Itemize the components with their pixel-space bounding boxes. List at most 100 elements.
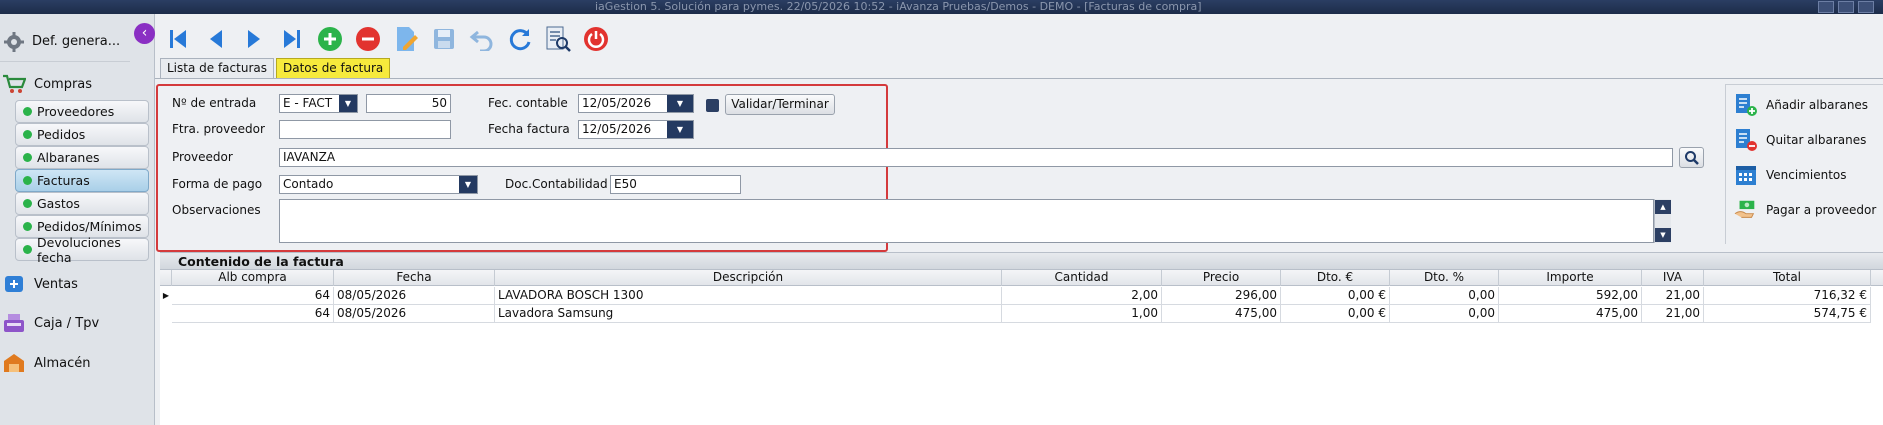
observaciones-scrollbar[interactable]: ▲ ▼ xyxy=(1654,199,1671,243)
calendar-dropdown-icon[interactable]: ▼ xyxy=(667,121,693,138)
contents-section-header: Contenido de la factura xyxy=(160,252,1883,269)
actions-panel: Añadir albaranes Quitar albaranes Vencim… xyxy=(1725,84,1883,244)
cell-importe[interactable]: 475,00 xyxy=(1499,305,1642,323)
vencimientos-button[interactable]: Vencimientos xyxy=(1734,163,1847,187)
fecha-factura-label: Fecha factura xyxy=(488,122,570,136)
fec-contable-value: 12/05/2026 xyxy=(582,96,652,110)
column-precio[interactable]: Precio xyxy=(1162,270,1281,286)
anadir-albaranes-button[interactable]: Añadir albaranes xyxy=(1734,93,1868,117)
cell-dto-percent[interactable]: 0,00 xyxy=(1390,305,1499,323)
cell-descripcion[interactable]: LAVADORA BOSCH 1300 xyxy=(495,287,1002,305)
add-button[interactable] xyxy=(312,22,347,56)
cell-fecha[interactable]: 08/05/2026 xyxy=(334,287,495,305)
sidebar-module-caja-tpv[interactable]: Caja / Tpv xyxy=(0,303,150,343)
collapse-sidebar-button[interactable]: ‹ xyxy=(134,23,155,44)
cell-alb-compra[interactable]: 64 xyxy=(172,287,334,305)
chevron-down-icon[interactable]: ▼ xyxy=(459,176,477,193)
sidebar-item-label: Albaranes xyxy=(37,150,100,165)
sidebar-item-pedidos[interactable]: Pedidos xyxy=(15,123,149,146)
cell-precio[interactable]: 475,00 xyxy=(1162,305,1281,323)
first-record-button[interactable] xyxy=(160,22,195,56)
validar-checkbox[interactable] xyxy=(706,99,719,112)
last-record-button[interactable] xyxy=(274,22,309,56)
cell-fecha[interactable]: 08/05/2026 xyxy=(334,305,495,323)
minimize-window-button[interactable] xyxy=(1818,1,1834,13)
power-button[interactable] xyxy=(578,22,613,56)
column-dto-euro[interactable]: Dto. € xyxy=(1281,270,1390,286)
sidebar-item-devoluciones-fecha[interactable]: Devoluciones fecha xyxy=(15,235,149,265)
first-record-icon xyxy=(169,30,186,48)
cell-descripcion[interactable]: Lavadora Samsung xyxy=(495,305,1002,323)
cell-dto-euro[interactable]: 0,00 € xyxy=(1281,305,1390,323)
cell-alb-compra[interactable]: 64 xyxy=(172,305,334,323)
sales-icon xyxy=(2,272,26,296)
edit-icon xyxy=(396,27,418,51)
cell-precio[interactable]: 296,00 xyxy=(1162,287,1281,305)
sidebar-def-general[interactable]: Def. genera... xyxy=(0,22,130,62)
chevron-down-icon[interactable]: ▼ xyxy=(339,95,357,112)
fecha-factura-field[interactable]: 12/05/2026 ▼ xyxy=(578,120,694,139)
scroll-down-icon[interactable]: ▼ xyxy=(1655,228,1671,242)
sidebar-item-proveedores[interactable]: Proveedores xyxy=(15,100,149,123)
forma-pago-value: Contado xyxy=(283,177,334,191)
quitar-albaranes-button[interactable]: Quitar albaranes xyxy=(1734,128,1866,152)
sidebar-module-ventas[interactable]: Ventas xyxy=(0,264,150,304)
table-row[interactable]: ▶ 64 08/05/2026 LAVADORA BOSCH 1300 2,00… xyxy=(160,287,1883,305)
forma-pago-select[interactable]: Contado ▼ xyxy=(279,175,478,194)
cell-dto-euro[interactable]: 0,00 € xyxy=(1281,287,1390,305)
cell-cantidad[interactable]: 1,00 xyxy=(1002,305,1162,323)
undo-button[interactable] xyxy=(464,22,499,56)
close-window-button[interactable] xyxy=(1858,1,1874,13)
next-record-button[interactable] xyxy=(236,22,271,56)
gear-icon xyxy=(2,30,26,54)
serie-select[interactable]: E - FACT ▼ xyxy=(279,94,358,113)
tab-datos-de-factura[interactable]: Datos de factura xyxy=(275,58,391,78)
cell-iva[interactable]: 21,00 xyxy=(1642,287,1704,305)
proveedor-search-button[interactable] xyxy=(1679,147,1704,168)
contents-title: Contenido de la factura xyxy=(178,254,344,269)
sidebar-item-facturas[interactable]: Facturas xyxy=(15,169,149,192)
column-iva[interactable]: IVA xyxy=(1642,270,1704,286)
observaciones-textarea[interactable] xyxy=(279,199,1654,243)
column-fecha[interactable]: Fecha xyxy=(334,270,495,286)
ftra-proveedor-field[interactable] xyxy=(279,120,451,139)
maximize-window-button[interactable] xyxy=(1838,1,1854,13)
doc-contabilidad-field[interactable]: E50 xyxy=(610,175,741,194)
scroll-up-icon[interactable]: ▲ xyxy=(1655,200,1671,214)
undo-icon xyxy=(469,30,492,51)
search-list-button[interactable] xyxy=(540,22,575,56)
pagar-proveedor-button[interactable]: Pagar a proveedor xyxy=(1734,198,1876,222)
entrada-number-field[interactable]: 50 xyxy=(366,94,451,113)
edit-button[interactable] xyxy=(388,22,423,56)
tab-lista-de-facturas[interactable]: Lista de facturas xyxy=(160,58,274,78)
column-cantidad[interactable]: Cantidad xyxy=(1002,270,1162,286)
cell-importe[interactable]: 592,00 xyxy=(1499,287,1642,305)
grid-header: Alb compra Fecha Descripción Cantidad Pr… xyxy=(160,270,1883,286)
table-row[interactable]: 64 08/05/2026 Lavadora Samsung 1,00 475,… xyxy=(160,305,1883,323)
validar-terminar-button[interactable]: Validar/Terminar xyxy=(725,94,835,115)
refresh-button[interactable] xyxy=(502,22,537,56)
proveedor-field[interactable]: IAVANZA xyxy=(279,148,1673,167)
tab-divider xyxy=(155,78,1883,79)
cell-iva[interactable]: 21,00 xyxy=(1642,305,1704,323)
column-total[interactable]: Total xyxy=(1704,270,1871,286)
sidebar-item-gastos[interactable]: Gastos xyxy=(15,192,149,215)
cell-total[interactable]: 716,32 € xyxy=(1704,287,1871,305)
sidebar-module-compras[interactable]: Compras xyxy=(0,64,150,104)
delete-button[interactable] xyxy=(350,22,385,56)
save-icon xyxy=(433,29,454,49)
status-dot-icon xyxy=(23,130,32,139)
column-dto-percent[interactable]: Dto. % xyxy=(1390,270,1499,286)
cell-cantidad[interactable]: 2,00 xyxy=(1002,287,1162,305)
calendar-dropdown-icon[interactable]: ▼ xyxy=(667,95,693,112)
column-alb-compra[interactable]: Alb compra xyxy=(172,270,334,286)
save-button[interactable] xyxy=(426,22,461,56)
sidebar-item-albaranes[interactable]: Albaranes xyxy=(15,146,149,169)
cell-total[interactable]: 574,75 € xyxy=(1704,305,1871,323)
previous-record-button[interactable] xyxy=(198,22,233,56)
fec-contable-field[interactable]: 12/05/2026 ▼ xyxy=(578,94,694,113)
column-descripcion[interactable]: Descripción xyxy=(495,270,1002,286)
cell-dto-percent[interactable]: 0,00 xyxy=(1390,287,1499,305)
sidebar-module-almacen[interactable]: Almacén xyxy=(0,343,150,383)
column-importe[interactable]: Importe xyxy=(1499,270,1642,286)
